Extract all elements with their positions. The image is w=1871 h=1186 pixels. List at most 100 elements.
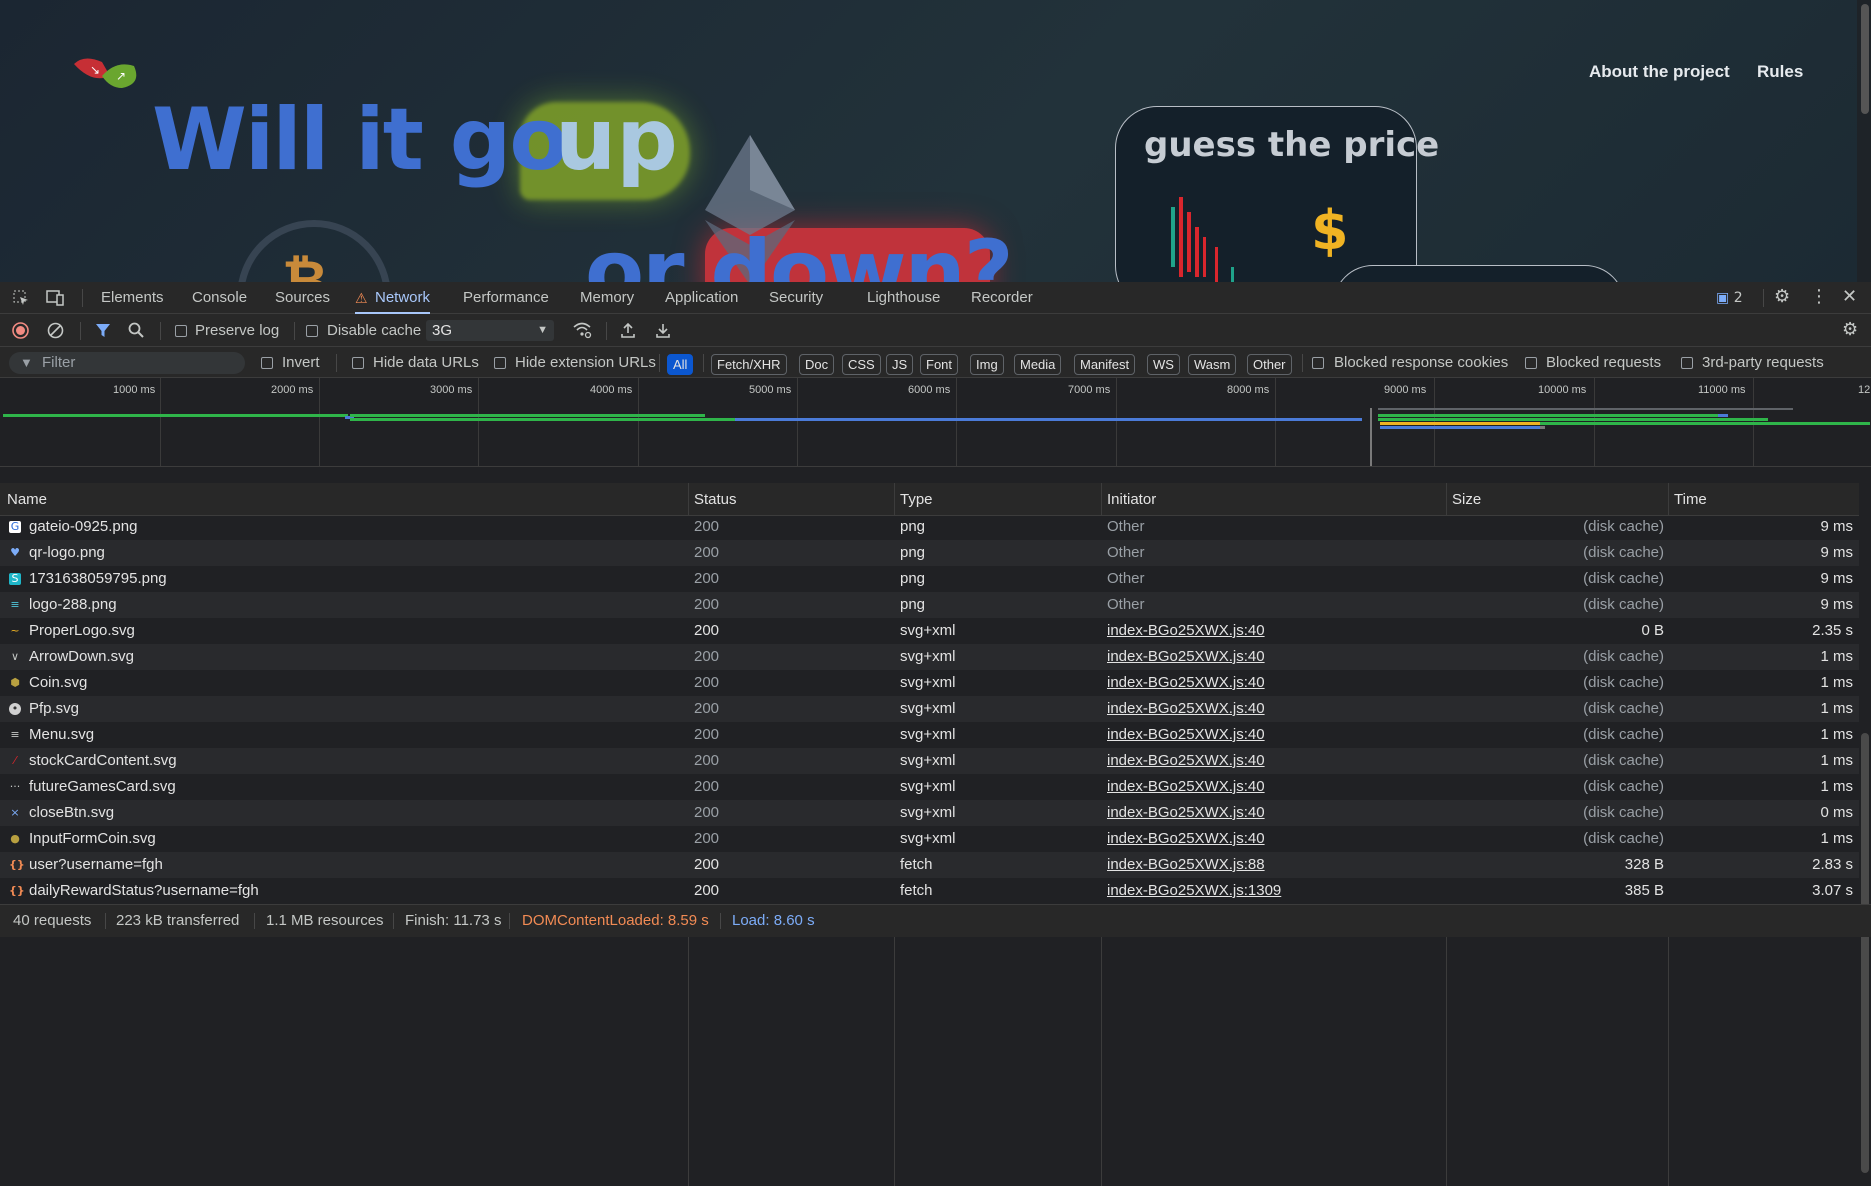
table-row[interactable]: {} dailyRewardStatus?username=fgh 200 fe… (0, 878, 1859, 904)
table-row[interactable]: ≡ logo-288.png 200 png Other (disk cache… (0, 592, 1859, 618)
filter-input[interactable]: ▼ Filter (9, 352, 245, 374)
row-status: 200 (694, 596, 720, 613)
table-row[interactable]: ⬢ Coin.svg 200 svg+xml index-BGo25XWX.js… (0, 670, 1859, 696)
col-name[interactable]: Name (7, 483, 47, 516)
clear-icon[interactable] (47, 322, 64, 339)
col-initiator[interactable]: Initiator (1107, 483, 1156, 516)
table-scrollbar[interactable] (1859, 483, 1871, 1186)
tick-label: 8000 ms (1227, 384, 1270, 396)
preserve-log-checkbox[interactable] (175, 325, 187, 337)
row-status: 200 (694, 856, 720, 873)
chip-js[interactable]: JS (886, 354, 914, 375)
status-separator (509, 913, 510, 929)
guess-price-card[interactable]: guess the price $ (1115, 106, 1439, 282)
more-options-icon[interactable]: ⋮ (1810, 288, 1828, 306)
hide-extension-urls-checkbox[interactable] (494, 357, 506, 369)
blocked-response-cookies-checkbox[interactable] (1312, 357, 1324, 369)
tab-recorder[interactable]: Recorder (971, 282, 1033, 314)
tab-lighthouse[interactable]: Lighthouse (867, 282, 940, 314)
settings-gear-icon[interactable]: ⚙ (1774, 288, 1790, 306)
import-har-icon[interactable] (620, 322, 636, 338)
issues-counter[interactable]: ▣ 2 (1716, 282, 1743, 314)
col-type[interactable]: Type (900, 483, 933, 516)
row-name: futureGamesCard.svg (29, 778, 176, 795)
table-row[interactable]: ♥ qr-logo.png 200 png Other (disk cache)… (0, 540, 1859, 566)
tab-application[interactable]: Application (665, 282, 738, 314)
table-row[interactable]: ∨ ArrowDown.svg 200 svg+xml index-BGo25X… (0, 644, 1859, 670)
network-conditions-icon[interactable] (572, 321, 592, 339)
row-initiator-link[interactable]: index-BGo25XWX.js:40 (1107, 722, 1265, 748)
table-row[interactable]: {} user?username=fgh 200 fetch index-BGo… (0, 852, 1859, 878)
table-row[interactable]: • Pfp.svg 200 svg+xml index-BGo25XWX.js:… (0, 696, 1859, 722)
tab-performance[interactable]: Performance (463, 282, 549, 314)
chip-manifest[interactable]: Manifest (1074, 354, 1136, 375)
row-type: svg+xml (900, 804, 956, 821)
throttling-value: 3G (432, 322, 453, 339)
chip-other[interactable]: Other (1247, 354, 1292, 375)
col-status[interactable]: Status (694, 483, 737, 516)
export-har-icon[interactable] (655, 322, 671, 338)
hide-data-urls-checkbox[interactable] (352, 357, 364, 369)
chip-ws[interactable]: WS (1147, 354, 1180, 375)
row-initiator-link[interactable]: index-BGo25XWX.js:40 (1107, 774, 1265, 800)
table-row[interactable]: ⁄ stockCardContent.svg 200 svg+xml index… (0, 748, 1859, 774)
table-row[interactable]: ~ ProperLogo.svg 200 svg+xml index-BGo25… (0, 618, 1859, 644)
row-time: 0 ms (1820, 804, 1853, 821)
tab-security[interactable]: Security (769, 282, 823, 314)
chip-fetch-xhr[interactable]: Fetch/XHR (711, 354, 787, 375)
chip-wasm[interactable]: Wasm (1188, 354, 1237, 375)
row-initiator-link[interactable]: index-BGo25XWX.js:40 (1107, 748, 1265, 774)
site-logo[interactable]: ↘ ↗ (72, 54, 144, 90)
chip-doc[interactable]: Doc (799, 354, 835, 375)
requests-table-header: Name Status Type Initiator Size Time (0, 483, 1859, 516)
tab-elements[interactable]: Elements (101, 282, 164, 314)
close-devtools-icon[interactable]: ✕ (1842, 288, 1857, 306)
filter-icon[interactable] (95, 322, 111, 338)
network-status-bar: 40 requests 223 kB transferred 1.1 MB re… (0, 904, 1871, 937)
network-overview-timeline[interactable]: 1000 ms 2000 ms 3000 ms 4000 ms 5000 ms … (0, 378, 1871, 467)
table-scroll-thumb[interactable] (1861, 733, 1869, 1173)
third-party-requests-checkbox[interactable] (1681, 357, 1693, 369)
blocked-requests-checkbox[interactable] (1525, 357, 1537, 369)
row-initiator-link[interactable]: index-BGo25XWX.js:40 (1107, 618, 1265, 644)
chip-all[interactable]: All (667, 354, 694, 375)
search-icon[interactable] (128, 322, 144, 338)
row-initiator-link[interactable]: index-BGo25XWX.js:40 (1107, 826, 1265, 852)
tab-console[interactable]: Console (192, 282, 247, 314)
chip-css[interactable]: CSS (842, 354, 881, 375)
tab-network[interactable]: ⚠ Network (355, 282, 431, 314)
page-scrollbar[interactable] (1857, 0, 1871, 282)
col-size[interactable]: Size (1452, 483, 1481, 516)
table-row[interactable]: ≡ Menu.svg 200 svg+xml index-BGo25XWX.js… (0, 722, 1859, 748)
table-row[interactable]: S 1731638059795.png 200 png Other (disk … (0, 566, 1859, 592)
chip-media[interactable]: Media (1014, 354, 1062, 375)
row-initiator-link[interactable]: index-BGo25XWX.js:40 (1107, 696, 1265, 722)
table-row[interactable]: ··· futureGamesCard.svg 200 svg+xml inde… (0, 774, 1859, 800)
invert-checkbox[interactable] (261, 357, 273, 369)
device-toolbar-icon[interactable] (46, 290, 64, 306)
page-scroll-thumb[interactable] (1861, 4, 1869, 114)
inspect-element-icon[interactable] (13, 290, 29, 306)
secondary-card[interactable] (1333, 265, 1625, 282)
chip-img[interactable]: Img (970, 354, 1004, 375)
row-initiator-link[interactable]: index-BGo25XWX.js:40 (1107, 800, 1265, 826)
col-time[interactable]: Time (1674, 483, 1707, 516)
hero-headline-line2: or down? (585, 222, 1014, 282)
row-initiator-link[interactable]: index-BGo25XWX.js:40 (1107, 670, 1265, 696)
row-initiator-link[interactable]: index-BGo25XWX.js:88 (1107, 852, 1265, 878)
network-settings-gear-icon[interactable]: ⚙ (1842, 321, 1858, 339)
hero-up-word: up (555, 90, 678, 190)
throttling-select[interactable]: 3G ▼ (426, 320, 554, 341)
stop-recording-icon[interactable] (12, 322, 29, 339)
disable-cache-checkbox[interactable] (306, 325, 318, 337)
table-row[interactable]: G gateio-0925.png 200 png Other (disk ca… (0, 516, 1859, 540)
nav-rules[interactable]: Rules (1757, 62, 1803, 82)
tab-memory[interactable]: Memory (580, 282, 634, 314)
chip-font[interactable]: Font (920, 354, 959, 375)
table-row[interactable]: ● InputFormCoin.svg 200 svg+xml index-BG… (0, 826, 1859, 852)
nav-about-project[interactable]: About the project (1589, 62, 1730, 82)
row-initiator-link[interactable]: index-BGo25XWX.js:1309 (1107, 878, 1281, 904)
table-row[interactable]: × closeBtn.svg 200 svg+xml index-BGo25XW… (0, 800, 1859, 826)
tab-sources[interactable]: Sources (275, 282, 330, 314)
row-initiator-link[interactable]: index-BGo25XWX.js:40 (1107, 644, 1265, 670)
